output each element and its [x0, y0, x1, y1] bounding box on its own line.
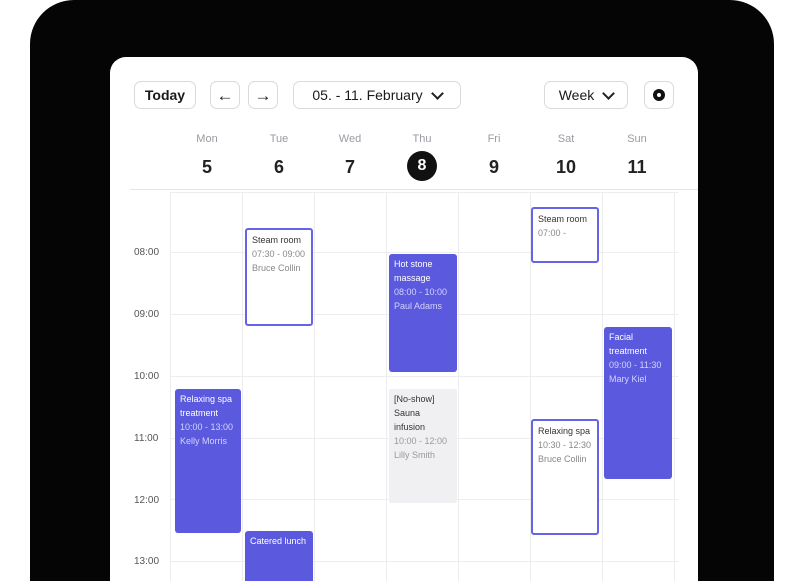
chevron-down-icon [602, 86, 616, 100]
event-hot-stone-massage[interactable]: Hot stone massage 08:00 - 10:00 Paul Ada… [389, 254, 457, 372]
event-title: Relaxing spa [538, 426, 591, 436]
gear-icon [653, 89, 665, 101]
event-relaxing-spa-treatment[interactable]: Relaxing spa treatment 10:00 - 13:00 Kel… [175, 389, 241, 533]
day-date: 5 [201, 157, 212, 177]
event-steam-room-tue[interactable]: Steam room 07:30 - 09:00 Bruce Collin [245, 228, 313, 326]
event-steam-room-sat[interactable]: Steam room 07:00 - [531, 207, 599, 263]
time-label: 10:00 [134, 371, 160, 382]
day-date: 10 [555, 157, 577, 177]
event-time: 10:00 - 13:00 [180, 422, 234, 432]
event-title: Catered lunch [250, 536, 307, 546]
calendar-screen: Today ← → 05. - 11. February Week Mon 5 … [110, 57, 698, 581]
event-title: Steam room [538, 214, 588, 224]
day-date: 11 [627, 157, 647, 177]
event-relaxing-spa-sat[interactable]: Relaxing spa 10:30 - 12:30 Bruce Collin [531, 419, 599, 535]
day-header-sat[interactable]: Sat 10 [531, 133, 601, 180]
grid-line [170, 192, 171, 581]
event-time: 08:00 - 10:00 [394, 287, 448, 297]
event-time: 10:30 - 12:30 [538, 440, 592, 450]
view-mode-dropdown[interactable]: Week [544, 81, 628, 109]
grid-line [314, 192, 315, 581]
date-range-label: 05. - 11. February [312, 87, 423, 103]
event-catered-lunch[interactable]: Catered lunch [245, 531, 313, 581]
event-no-show-sauna-infusion[interactable]: [No-show] Sauna infusion 10:00 - 12:00 L… [389, 389, 457, 503]
day-name: Thu [412, 133, 432, 145]
date-range-dropdown[interactable]: 05. - 11. February [293, 81, 461, 109]
time-label: 13:00 [134, 556, 160, 567]
event-title: Steam room [252, 235, 302, 245]
day-header-thu[interactable]: Thu 8 [387, 133, 457, 181]
view-mode-label: Week [558, 87, 595, 103]
today-button[interactable]: Today [134, 81, 196, 109]
grid-line [386, 192, 387, 581]
day-name: Tue [269, 133, 289, 145]
event-person: Bruce Collin [252, 263, 301, 273]
event-person: Mary Kiel [609, 374, 647, 384]
grid-line [242, 192, 243, 581]
event-time: 10:00 - 12:00 [394, 436, 448, 446]
arrow-right-icon: → [254, 85, 272, 105]
grid-line [458, 192, 459, 581]
next-week-button[interactable]: → [248, 81, 278, 109]
event-person: Lilly Smith [394, 450, 436, 460]
time-label: 08:00 [134, 247, 160, 258]
day-date: 6 [273, 157, 284, 177]
day-name: Wed [338, 133, 362, 145]
event-title: Facial treatment [609, 332, 648, 356]
time-label: 12:00 [134, 495, 160, 506]
event-person: Kelly Morris [180, 436, 228, 446]
day-name: Mon [196, 133, 218, 145]
day-header-wed[interactable]: Wed 7 [315, 133, 385, 180]
event-time: 07:30 - 09:00 [252, 249, 306, 259]
day-header-mon[interactable]: Mon 5 [172, 133, 242, 180]
prev-week-button[interactable]: ← [210, 81, 240, 109]
event-title: Relaxing spa treatment [180, 394, 233, 418]
day-header-fri[interactable]: Fri 9 [459, 133, 529, 180]
today-date-badge: 8 [407, 151, 437, 181]
event-time: 09:00 - 11:30 [609, 360, 662, 370]
event-title: [No-show] Sauna infusion [394, 394, 435, 432]
day-date: 9 [488, 157, 499, 177]
time-label: 09:00 [134, 309, 160, 320]
arrow-left-icon: ← [216, 85, 234, 105]
day-header-sun[interactable]: Sun 11 [602, 133, 672, 180]
grid-line [602, 192, 603, 581]
event-person: Paul Adams [394, 301, 443, 311]
time-label: 11:00 [134, 433, 159, 444]
header-divider [130, 189, 698, 190]
event-title: Hot stone massage [394, 259, 433, 283]
chevron-down-icon [430, 86, 444, 100]
event-person: Bruce Collin [538, 454, 587, 464]
event-facial-treatment[interactable]: Facial treatment 09:00 - 11:30 Mary Kiel [604, 327, 672, 479]
event-time: 07:00 - [538, 228, 567, 238]
day-header-tue[interactable]: Tue 6 [244, 133, 314, 180]
day-name: Sat [557, 133, 575, 145]
day-name: Fri [487, 133, 501, 145]
grid-line [674, 192, 675, 581]
tablet-frame: Today ← → 05. - 11. February Week Mon 5 … [30, 0, 774, 581]
day-date: 7 [344, 157, 355, 177]
day-name: Sun [627, 133, 647, 145]
settings-button[interactable] [644, 81, 674, 109]
